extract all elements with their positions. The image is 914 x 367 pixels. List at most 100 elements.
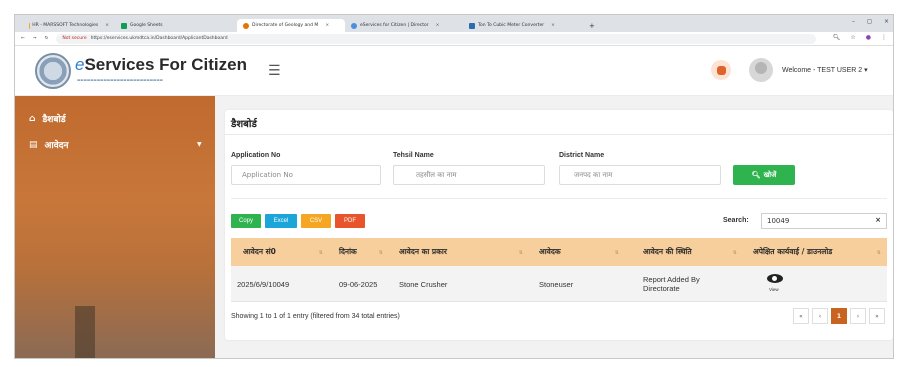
search-icon: 🔍︎ <box>751 171 761 179</box>
sidebar-item-dashboard[interactable]: ⌂ डैशबोर्ड <box>29 112 66 126</box>
prev-page-button[interactable]: ‹ <box>812 308 828 324</box>
search-value: 10049 <box>767 217 790 225</box>
close-tab-icon[interactable]: × <box>436 23 440 28</box>
tab-strip: HR - MARSSOFT Technologies × Google Shee… <box>15 15 893 32</box>
cell-status: Report Added By Directorate <box>643 275 700 293</box>
page-title: डैशबोर्ड <box>231 119 257 130</box>
district-label: District Name <box>559 152 605 159</box>
welcome-text: Welcome - TEST USER 2 <box>782 67 863 74</box>
browser-tab[interactable]: Ton To Cubic Meter Converter × <box>463 19 583 32</box>
application-no-input[interactable]: Application No <box>231 165 381 185</box>
last-page-button[interactable]: » <box>869 308 885 324</box>
browser-tab-active[interactable]: Directorate of Geology and M × <box>237 19 345 32</box>
column-header[interactable]: दिनांक ⇅ <box>329 238 389 266</box>
database-icon[interactable] <box>711 60 731 80</box>
excel-button[interactable]: Excel <box>265 214 297 228</box>
menu-dots-icon[interactable]: ⋮ <box>881 34 887 41</box>
sidebar-item-label: डैशबोर्ड <box>42 115 66 125</box>
pdf-button[interactable]: PDF <box>335 214 365 228</box>
cell-applicant: Stoneuser <box>539 279 574 289</box>
view-label[interactable]: View <box>769 285 779 294</box>
close-tab-icon[interactable]: × <box>325 23 329 28</box>
screen: HR - MARSSOFT Technologies × Google Shee… <box>0 0 914 367</box>
forward-icon[interactable]: → <box>33 36 37 41</box>
new-tab-button[interactable]: + <box>583 19 601 32</box>
table-header: आवेदन सं0 ⇅ दिनांक ⇅ आवेदन का प्रकार ⇅ आवेद… <box>231 238 887 266</box>
tehsil-input[interactable]: तहसील का नाम <box>393 165 545 185</box>
tab-label: Directorate of Geology and M <box>252 23 319 28</box>
sidebar-item-applications[interactable]: ▤ आवेदन ▼ <box>29 138 202 152</box>
copy-button[interactable]: Copy <box>231 214 261 228</box>
brand-tagline-graphic: ▬▬▬▬▬▬▬▬▬▬▬▬▬▬▬▬▬▬▬▬▬▬▬▬▬▬ <box>77 78 163 82</box>
cell-application-type: Stone Crusher <box>399 279 448 289</box>
main-content: डैशबोर्ड Application No Tehsil Name Dist… <box>215 96 893 358</box>
logo-emblem <box>35 53 71 89</box>
sort-icon: ⇅ <box>318 250 323 256</box>
home-icon: ⌂ <box>29 113 36 124</box>
user-menu[interactable]: Welcome - TEST USER 2 ▾ <box>782 66 868 74</box>
header-label: आवेदन का प्रकार <box>399 247 447 256</box>
column-header[interactable]: अपेक्षित कार्यवाई / डाउनलोड ⇅ <box>743 238 887 266</box>
app-header: eServices For Citizen ▬▬▬▬▬▬▬▬▬▬▬▬▬▬▬▬▬▬… <box>15 46 893 96</box>
browser-tab[interactable]: HR - MARSSOFT Technologies × <box>23 19 115 32</box>
close-tab-icon[interactable]: × <box>551 23 555 28</box>
header-label: आवेदन सं0 <box>243 247 276 256</box>
sort-icon: ⇅ <box>518 250 523 256</box>
header-label: आवेदन की स्थिति <box>643 247 692 256</box>
tab-favicon-icon <box>351 22 357 29</box>
window-controls: – ◻ × <box>852 18 889 25</box>
close-window-icon[interactable]: × <box>884 18 889 25</box>
search-button[interactable]: 🔍︎ खोजें <box>733 165 795 185</box>
not-secure-badge[interactable]: Not secure <box>62 36 86 41</box>
star-icon[interactable]: ☆ <box>850 34 855 41</box>
sort-icon: ⇅ <box>614 250 619 256</box>
browser-actions: 🔍︎ ☆ ● ⋮ <box>833 34 887 41</box>
column-header[interactable]: आवेदन का प्रकार ⇅ <box>389 238 529 266</box>
application-no-label: Application No <box>231 152 281 159</box>
district-input[interactable]: जनपद का नाम <box>559 165 721 185</box>
column-header[interactable]: आवेदन की स्थिति ⇅ <box>625 238 743 266</box>
dashboard-card: डैशबोर्ड Application No Tehsil Name Dist… <box>225 110 893 340</box>
back-icon[interactable]: ← <box>21 36 25 41</box>
table-search-input[interactable]: 10049 × <box>761 213 887 229</box>
column-header[interactable]: आवेदन सं0 ⇅ <box>231 238 329 266</box>
reload-icon[interactable]: ↻ <box>45 36 49 41</box>
cell-application-no: 2025/6/9/10049 <box>237 279 290 289</box>
table-search-label: Search: <box>723 217 749 224</box>
browser-window: HR - MARSSOFT Technologies × Google Shee… <box>14 14 894 359</box>
page-button-current[interactable]: 1 <box>831 308 847 324</box>
chevron-down-icon: ▼ <box>197 141 202 148</box>
search-button-label: खोजें <box>763 170 777 179</box>
maximize-icon[interactable]: ◻ <box>867 18 872 25</box>
view-action[interactable]: View <box>743 266 887 302</box>
minimize-icon[interactable]: – <box>852 18 855 25</box>
clear-search-icon[interactable]: × <box>875 216 881 224</box>
hamburger-menu-icon[interactable]: ☰ <box>268 64 281 78</box>
next-page-button[interactable]: › <box>850 308 866 324</box>
header-label: आवेदक <box>539 247 561 256</box>
table-row: 2025/6/9/10049 09-06-2025 Stone Crusher … <box>231 266 887 302</box>
tab-favicon-icon <box>121 22 127 29</box>
header-label: अपेक्षित कार्यवाई / डाउनलोड <box>753 247 833 256</box>
tab-label: Ton To Cubic Meter Converter <box>478 23 545 28</box>
sidebar: ⌂ डैशबोर्ड ▤ आवेदन ▼ <box>15 96 215 358</box>
profile-icon[interactable]: ● <box>866 34 871 41</box>
browser-tab[interactable]: Google Sheets <box>115 19 237 32</box>
list-icon: ▤ <box>29 139 38 150</box>
tab-favicon-icon <box>469 22 475 29</box>
sort-icon: ⇅ <box>732 250 737 256</box>
zoom-icon[interactable]: 🔍︎ <box>833 34 841 41</box>
csv-button[interactable]: CSV <box>301 214 331 228</box>
header-label: दिनांक <box>339 247 357 256</box>
browser-tab[interactable]: eServices for Citizen | Director × <box>345 19 463 32</box>
brand-name: Services For Citizen <box>84 55 247 74</box>
url-field[interactable]: Not secure https://eservices.ukmdtca.in/… <box>56 33 817 44</box>
close-tab-icon[interactable]: × <box>105 23 109 28</box>
brand-title[interactable]: eServices For Citizen <box>75 55 247 75</box>
eye-icon[interactable] <box>767 274 783 283</box>
column-header[interactable]: आवेदक ⇅ <box>529 238 625 266</box>
sort-icon: ⇅ <box>876 250 881 256</box>
avatar[interactable] <box>749 58 773 82</box>
tehsil-label: Tehsil Name <box>393 152 434 159</box>
first-page-button[interactable]: « <box>793 308 809 324</box>
